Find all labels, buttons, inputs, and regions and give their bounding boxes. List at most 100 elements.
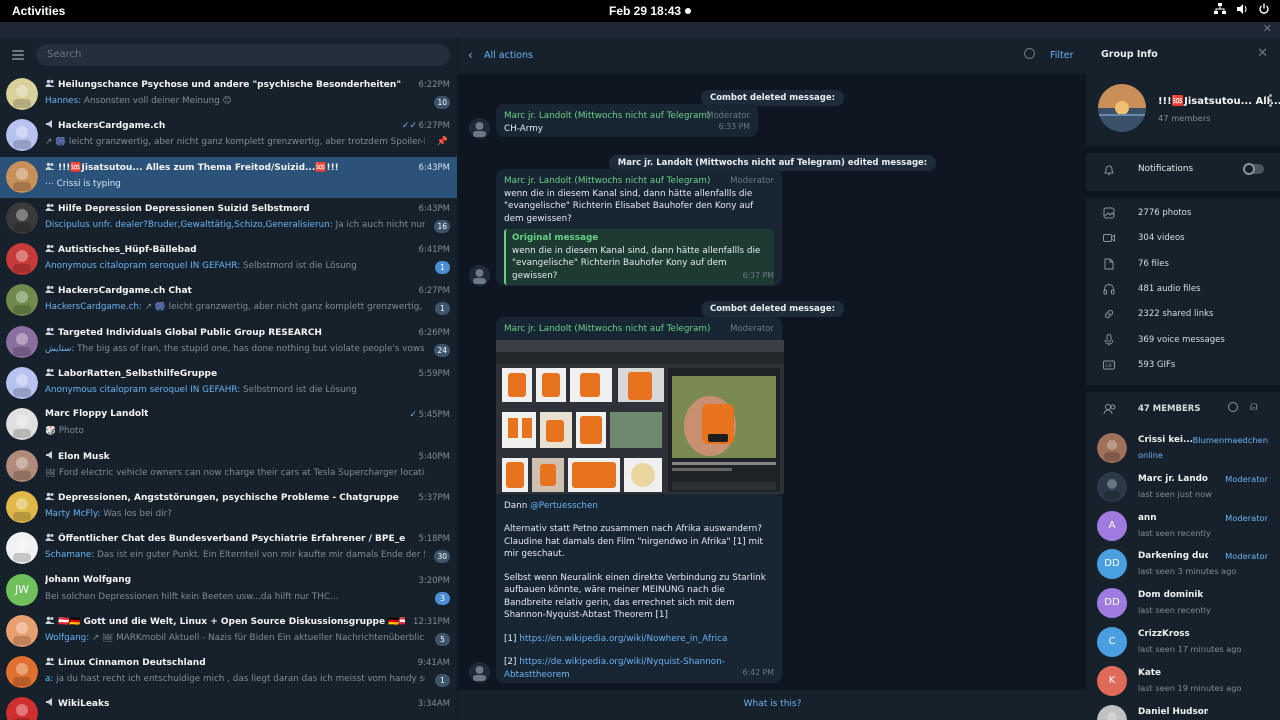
close-icon[interactable]: ✕ — [1257, 46, 1268, 61]
chat-list-item[interactable]: Öffentlicher Chat des Bundesverband Psyc… — [0, 528, 457, 569]
member-item[interactable]: DD Darkening duck last seen 3 minutes ago M… — [1086, 546, 1280, 584]
member-item[interactable]: Aann last seen recently Moderator — [1086, 508, 1280, 546]
chat-list-item[interactable]: HackersCardgame.ch Chat HackersCardgame.c… — [0, 280, 457, 321]
message-text: wenn die in diesem Kanal sind, dann hätt… — [504, 188, 754, 224]
unread-badge: 1 — [435, 302, 450, 316]
chat-list-item[interactable]: HackersCardgame.ch ↗ 🎆 leicht granzwertig… — [0, 115, 457, 156]
group-icon — [45, 616, 55, 624]
avatar — [6, 449, 38, 482]
chat-time: 6:43PM — [418, 203, 450, 214]
chat-list-item[interactable]: Elon Musk 🖼 Ford electric vehicle owners … — [0, 446, 457, 487]
group-icon — [45, 368, 55, 377]
member-status: last seen just now — [1138, 488, 1212, 499]
media-stat-row[interactable]: 481 audio files — [1086, 277, 1280, 302]
chat-list-item[interactable]: WikiLeaks 3:34AM — [0, 693, 457, 720]
media-stat-row[interactable]: 2322 shared links — [1086, 302, 1280, 327]
group-avatar[interactable] — [1098, 84, 1146, 132]
member-status: last seen 19 minutes ago — [1138, 682, 1242, 693]
chat-list-item[interactable]: !!!🆘Jisatsutou... Alles zum Thema Freito… — [0, 156, 457, 198]
add-member-icon[interactable]: ⍝ — [1250, 399, 1258, 414]
chat-title: Heilungschance Psychose und andere "psyc… — [45, 79, 405, 90]
wikipedia-link-2[interactable]: https://de.wikipedia.org/wiki/Nyquist-Sh… — [504, 657, 725, 680]
member-name: ann — [1138, 512, 1157, 523]
message-bubble[interactable]: Marc jr. Landolt (Mittwochs nicht auf Te… — [496, 104, 758, 137]
service-message: Marc jr. Landolt (Mittwochs nicht auf Te… — [458, 150, 1087, 171]
clock[interactable]: Feb 29 18:43 — [609, 4, 681, 18]
message-time: 6:37 PM — [742, 270, 774, 280]
avatar[interactable] — [469, 265, 490, 286]
chat-list-item[interactable]: LaborRatten_SelbsthilfeGruppe Anonymous c… — [0, 363, 457, 404]
window-titlebar: ✕ — [0, 22, 1280, 38]
all-actions-title[interactable]: All actions — [484, 50, 533, 61]
back-arrow-icon[interactable]: ‹ — [468, 48, 473, 62]
message-bubble[interactable]: Marc jr. Landolt (Mittwochs nicht auf Te… — [496, 317, 784, 683]
chat-list-item[interactable]: Depressionen, Angststörungen, psychische… — [0, 487, 457, 528]
media-stat-row[interactable]: 304 videos — [1086, 226, 1280, 251]
members-icon — [1103, 403, 1116, 415]
avatar — [6, 325, 38, 358]
member-item[interactable]: Marc jr. Landolt (... last seen just now M… — [1086, 469, 1280, 507]
message-time: 6:42 PM — [742, 667, 774, 677]
member-name: Darkening duck — [1138, 551, 1208, 562]
screenshot-photo[interactable] — [496, 339, 784, 494]
original-message-quote: Original message wenn die in diesem Kana… — [504, 229, 774, 285]
chat-list-item[interactable]: 🇦🇹🇩🇪 Gott und die Welt, Linux + Open Sou… — [0, 611, 457, 652]
avatar[interactable] — [469, 662, 490, 683]
system-tray[interactable] — [1214, 3, 1270, 15]
media-stat-row[interactable]: GIF 593 GIFs — [1086, 353, 1280, 378]
avatar[interactable] — [469, 118, 490, 139]
chat-time: 12:31PM — [413, 616, 450, 627]
chat-list-item[interactable]: Targeted Individuals Global Public Group… — [0, 322, 457, 363]
what-is-this-link[interactable]: What is this? — [458, 690, 1087, 720]
chat-list-item[interactable]: Heilungschance Psychose und andere "psyc… — [0, 74, 457, 115]
media-stat-row[interactable]: 369 voice messages — [1086, 328, 1280, 353]
filter-button[interactable]: Filter — [1050, 50, 1074, 61]
window-close-icon[interactable]: ✕ — [1263, 22, 1272, 35]
member-name: Marc jr. Landolt (... — [1138, 473, 1208, 484]
search-input[interactable]: Search — [36, 44, 450, 66]
power-icon[interactable] — [1258, 3, 1270, 15]
menu-icon[interactable] — [12, 50, 24, 60]
media-stat-row[interactable]: 2776 photos — [1086, 201, 1280, 226]
media-stat-label: 369 voice messages — [1138, 334, 1225, 345]
chat-title: Linux Cinnamon Deutschland — [45, 657, 206, 668]
chat-title: LaborRatten_SelbsthilfeGruppe — [45, 368, 217, 379]
member-item[interactable]: Crissi kei... online Blumenmaedchen — [1086, 430, 1280, 468]
more-options-icon[interactable] — [1269, 94, 1272, 109]
avatar — [6, 367, 38, 400]
group-icon — [45, 79, 55, 87]
network-icon[interactable] — [1214, 3, 1226, 15]
member-item[interactable]: Daniel Hudson — [1086, 702, 1280, 720]
member-item[interactable]: K Kate last seen 19 minutes ago — [1086, 663, 1280, 701]
chat-list-item[interactable]: Marc Floppy Landolt 🎲 Photo 5:45PM ✓ — [0, 404, 457, 445]
chat-list-item[interactable]: JW Johann Wolfgang Bei solchen Depressione… — [0, 570, 457, 611]
media-stat-label: 481 audio files — [1138, 283, 1201, 294]
wikipedia-link-1[interactable]: https://en.wikipedia.org/wiki/Nowhere_in… — [519, 634, 727, 644]
member-item[interactable]: DD Dom dominik last seen recently — [1086, 585, 1280, 623]
chat-list-item[interactable]: Autistisches_Hüpf-Bällebad Anonymous cita… — [0, 239, 457, 280]
media-stat-row[interactable]: 76 files — [1086, 252, 1280, 277]
chat-preview: Schamane: Das ist ein guter Punkt. Ein E… — [45, 550, 425, 561]
unread-badge: 30 — [434, 550, 450, 564]
chat-preview: Anonymous citalopram seroquel IN GEFAHR:… — [45, 385, 357, 396]
avatar — [6, 119, 38, 152]
notifications-row[interactable]: Notifications — [1086, 156, 1280, 184]
volume-icon[interactable] — [1236, 3, 1248, 15]
member-item[interactable]: C CrizzKross last seen 17 minutes ago — [1086, 624, 1280, 662]
video-icon — [1103, 232, 1115, 244]
search-members-icon[interactable] — [1228, 402, 1238, 412]
activities-button[interactable]: Activities — [12, 4, 65, 18]
group-icon — [45, 327, 55, 335]
member-name: Kate — [1138, 667, 1161, 678]
chat-time: 6:43PM — [418, 162, 450, 173]
mention-link[interactable]: @Pertuesschen — [530, 501, 598, 511]
media-stat-label: 304 videos — [1138, 233, 1185, 244]
message-bubble[interactable]: Marc jr. Landolt (Mittwochs nicht auf Te… — [496, 169, 782, 286]
search-icon[interactable] — [1024, 48, 1035, 59]
notifications-toggle[interactable] — [1243, 163, 1264, 175]
message-text: Selbst wenn Neuralink einen direkte Verb… — [504, 572, 766, 621]
chat-list-item[interactable]: Hilfe Depression Depressionen Suizid Sel… — [0, 198, 457, 239]
avatar — [6, 78, 38, 110]
chat-title: Depressionen, Angststörungen, psychische… — [45, 492, 399, 503]
chat-list-item[interactable]: Linux Cinnamon Deutschland a: ja du hast … — [0, 652, 457, 693]
